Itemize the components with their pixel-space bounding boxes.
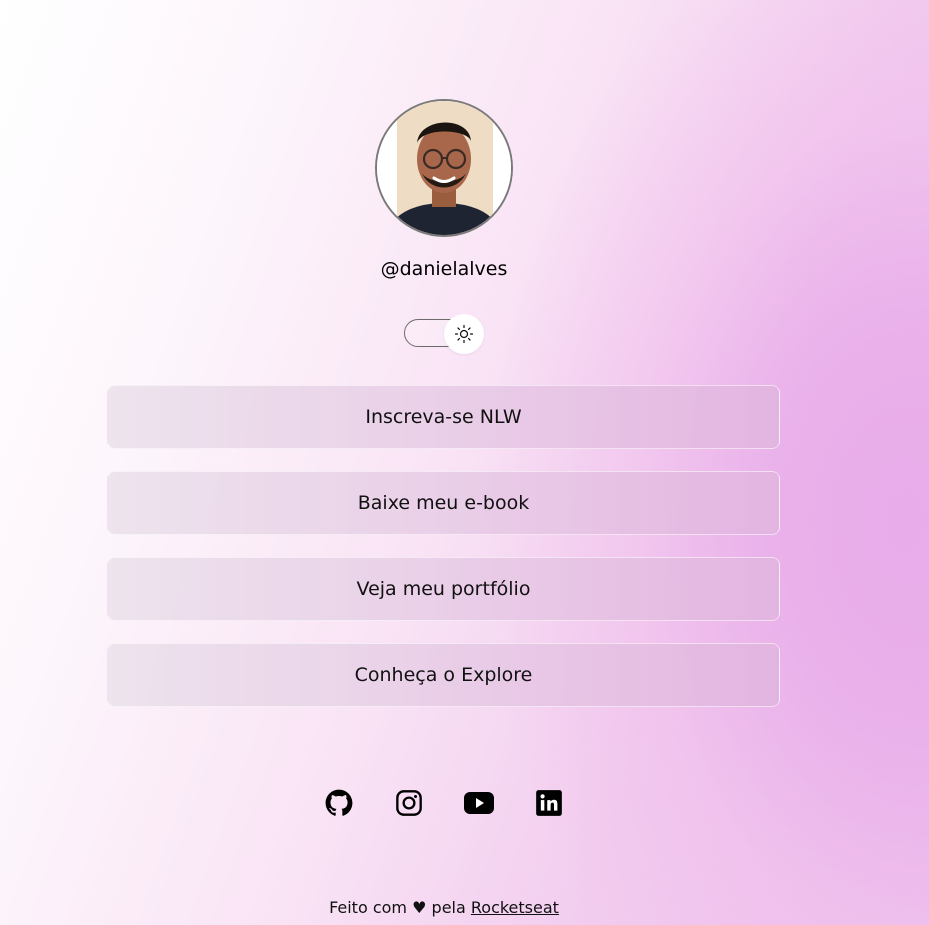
avatar: [375, 99, 513, 237]
heart-icon: ♥: [412, 898, 427, 917]
sun-icon: [454, 324, 474, 344]
instagram-icon[interactable]: [395, 789, 423, 817]
link-button-inscreva-nlw[interactable]: Inscreva-se NLW: [107, 385, 780, 449]
linkedin-icon[interactable]: [535, 789, 563, 817]
theme-toggle-knob[interactable]: [444, 314, 484, 354]
youtube-icon[interactable]: [464, 789, 494, 817]
rocketseat-link[interactable]: Rocketseat: [471, 898, 559, 917]
github-icon[interactable]: [325, 789, 353, 817]
footer-middle: pela: [431, 898, 466, 917]
avatar-photo: [377, 101, 511, 235]
link-button-portfolio[interactable]: Veja meu portfólio: [107, 557, 780, 621]
profile-username: @danielalves: [380, 258, 508, 280]
link-button-ebook[interactable]: Baixe meu e-book: [107, 471, 780, 535]
social-links: [0, 789, 929, 817]
footer-prefix: Feito com: [329, 898, 407, 917]
link-button-explore[interactable]: Conheça o Explore: [107, 643, 780, 707]
footer: Feito com ♥ pela Rocketseat: [0, 898, 888, 918]
